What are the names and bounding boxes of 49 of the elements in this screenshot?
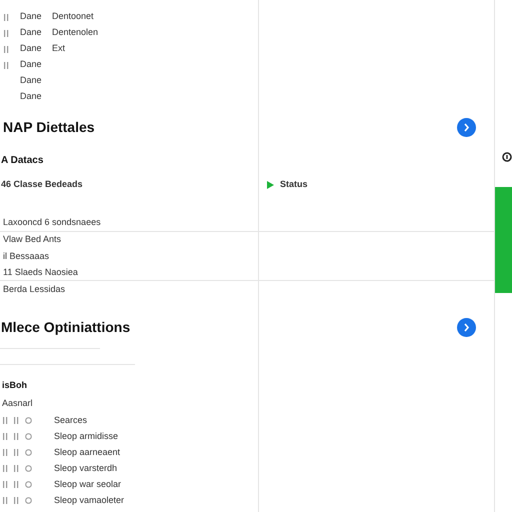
- detail-row-text: Laxooncd 6 sondsnaees: [3, 216, 101, 229]
- item-name: Dane: [20, 10, 43, 24]
- grip-icon: [14, 433, 19, 440]
- section-subtitle: A Datacs: [0, 154, 44, 168]
- group-sublabel: Aasnarl: [1, 397, 34, 410]
- chevron-icon: [463, 323, 470, 332]
- grip-icon: [3, 433, 8, 440]
- status-label: Status: [280, 178, 308, 191]
- option-row-text: Sleop varsterdh: [54, 462, 118, 475]
- grip-icon: [3, 417, 8, 424]
- grip-icon: [4, 30, 9, 36]
- info-icon[interactable]: [502, 152, 512, 162]
- grip-icon: [4, 62, 9, 68]
- grip-icon: [14, 449, 19, 456]
- grip-icon: [3, 497, 8, 504]
- grip-icon: [14, 481, 19, 488]
- play-icon: [266, 180, 274, 188]
- option-row-text: Sleop armidisse: [54, 430, 118, 443]
- option-row-text: Sleop vamaoleter: [54, 494, 124, 507]
- section-title: NAP Diettales: [2, 118, 95, 136]
- grip-icon: [14, 417, 19, 424]
- grip-icon: [14, 497, 19, 504]
- item-name: Dane: [20, 58, 43, 72]
- item-name: Dane: [20, 42, 43, 56]
- section-title: Mlece Optiniattions: [0, 318, 130, 337]
- grip-icon: [4, 46, 9, 52]
- item-name: Dane: [20, 90, 43, 104]
- item-detail: Ext: [52, 42, 66, 56]
- item-detail: Dentoonet: [52, 10, 94, 24]
- option-row-text: Sleop aarneaent: [54, 446, 120, 459]
- detail-row-text: 11 Slaeds Naosiea: [3, 266, 78, 278]
- grip-icon: [4, 14, 9, 20]
- chevron-icon: [463, 122, 470, 132]
- grip-icon: [3, 449, 8, 456]
- item-name: Dane: [20, 26, 43, 40]
- item-detail: Dentenolen: [52, 26, 98, 40]
- option-row-text: Searces: [54, 414, 88, 427]
- detail-row-text: Vlaw Bed Ants: [3, 233, 62, 246]
- option-row-text: Sleop war seolar: [54, 478, 122, 491]
- next-button[interactable]: [457, 318, 476, 337]
- grip-icon: [14, 465, 19, 472]
- detail-row-text: Berda Lessidas: [3, 282, 66, 296]
- next-button[interactable]: [457, 118, 476, 136]
- item-name: Dane: [20, 74, 43, 88]
- grip-icon: [3, 465, 8, 472]
- group-label: isBoh: [1, 378, 28, 392]
- detail-row-text: il Bessaaas: [3, 250, 50, 262]
- entry-name: 46 Classe Bedeads: [0, 178, 84, 191]
- grip-icon: [3, 481, 8, 488]
